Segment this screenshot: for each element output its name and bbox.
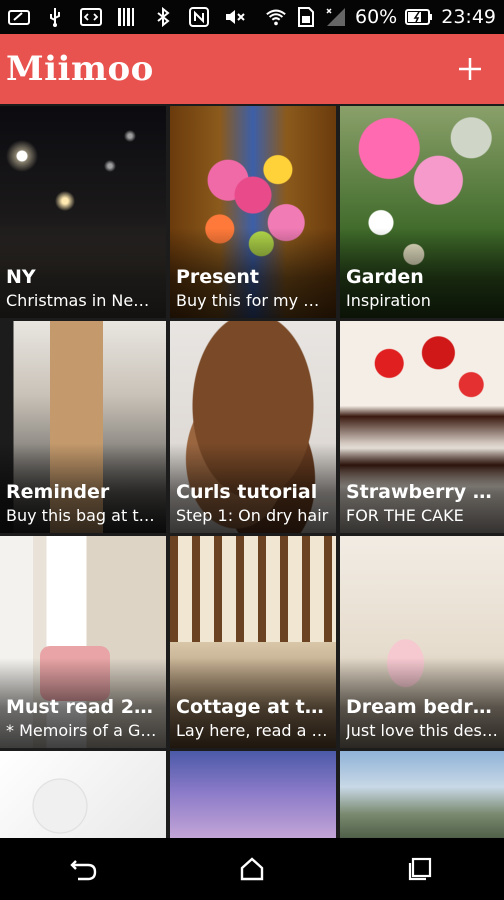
tile-garden[interactable]: Garden Inspiration bbox=[340, 106, 504, 318]
home-icon bbox=[240, 857, 264, 881]
recent-apps-icon bbox=[408, 857, 432, 881]
recent-apps-button[interactable] bbox=[385, 844, 455, 894]
tile-dream-bedroom[interactable]: Dream bedroom Just love this design bbox=[340, 536, 504, 748]
usb-icon bbox=[44, 7, 66, 27]
battery-icon bbox=[405, 7, 433, 27]
tile-image bbox=[0, 751, 166, 838]
tablet-icon bbox=[8, 7, 30, 27]
tile-title: Dream bedroom bbox=[346, 696, 498, 718]
battery-percent: 60% bbox=[355, 6, 398, 28]
status-right: 60% 23:49 bbox=[265, 6, 504, 28]
tile-subtitle: Buy this bag at the mall bbox=[6, 506, 160, 525]
tile-must-read[interactable]: Must read 2014 * Memoirs of a Geisha bbox=[0, 536, 166, 748]
plus-icon bbox=[459, 58, 481, 80]
tile-subtitle: Buy this for my mom bbox=[176, 291, 330, 310]
tile-subtitle: Step 1: On dry hair bbox=[176, 506, 329, 525]
tile-present[interactable]: Present Buy this for my mom bbox=[170, 106, 336, 318]
tile-strawberry[interactable]: Strawberry cake FOR THE CAKE bbox=[340, 321, 504, 533]
sim-icon bbox=[295, 7, 317, 27]
tile-image bbox=[170, 751, 336, 838]
tile-cottage[interactable]: Cottage at the lake Lay here, read a boo… bbox=[170, 536, 336, 748]
tile-subtitle: Just love this design bbox=[346, 721, 498, 740]
tile-image bbox=[340, 751, 504, 838]
tile-title: Must read 2014 bbox=[6, 696, 160, 718]
tile-title: Strawberry cake bbox=[346, 481, 498, 503]
home-button[interactable] bbox=[217, 844, 287, 894]
tile-title: Reminder bbox=[6, 481, 110, 503]
tile-row4-1[interactable] bbox=[0, 751, 166, 838]
back-icon bbox=[70, 860, 97, 881]
tile-subtitle: * Memoirs of a Geisha bbox=[6, 721, 160, 740]
app-title: Miimoo bbox=[6, 49, 154, 89]
tile-title: Cottage at the lake bbox=[176, 696, 330, 718]
barcode-icon bbox=[116, 7, 138, 27]
nfc-icon bbox=[188, 7, 210, 27]
board-grid: NY Christmas in New York Present Buy thi… bbox=[0, 104, 504, 838]
tile-ny[interactable]: NY Christmas in New York bbox=[0, 106, 166, 318]
code-icon bbox=[80, 7, 102, 27]
tile-row4-2[interactable] bbox=[170, 751, 336, 838]
tile-subtitle: Lay here, read a book bbox=[176, 721, 330, 740]
tile-subtitle: Christmas in New York bbox=[6, 291, 160, 310]
status-left bbox=[0, 7, 246, 27]
status-bar: 60% 23:49 bbox=[0, 0, 504, 34]
add-button[interactable] bbox=[442, 41, 498, 97]
tile-title: Present bbox=[176, 266, 259, 288]
mute-icon bbox=[224, 7, 246, 27]
tile-row4-3[interactable] bbox=[340, 751, 504, 838]
tile-title: Curls tutorial bbox=[176, 481, 318, 503]
tile-title: Garden bbox=[346, 266, 424, 288]
navigation-bar bbox=[0, 838, 504, 900]
tile-curls-tutorial[interactable]: Curls tutorial Step 1: On dry hair bbox=[170, 321, 336, 533]
wifi-icon bbox=[265, 7, 287, 27]
app-bar: Miimoo bbox=[0, 34, 504, 104]
back-button[interactable] bbox=[49, 844, 119, 894]
clock: 23:49 bbox=[441, 6, 496, 28]
bluetooth-icon bbox=[152, 7, 174, 27]
tile-subtitle: Inspiration bbox=[346, 291, 431, 310]
tile-subtitle: FOR THE CAKE bbox=[346, 506, 464, 525]
tile-title: NY bbox=[6, 266, 36, 288]
signal-icon bbox=[325, 7, 347, 27]
tile-reminder[interactable]: Reminder Buy this bag at the mall bbox=[0, 321, 166, 533]
